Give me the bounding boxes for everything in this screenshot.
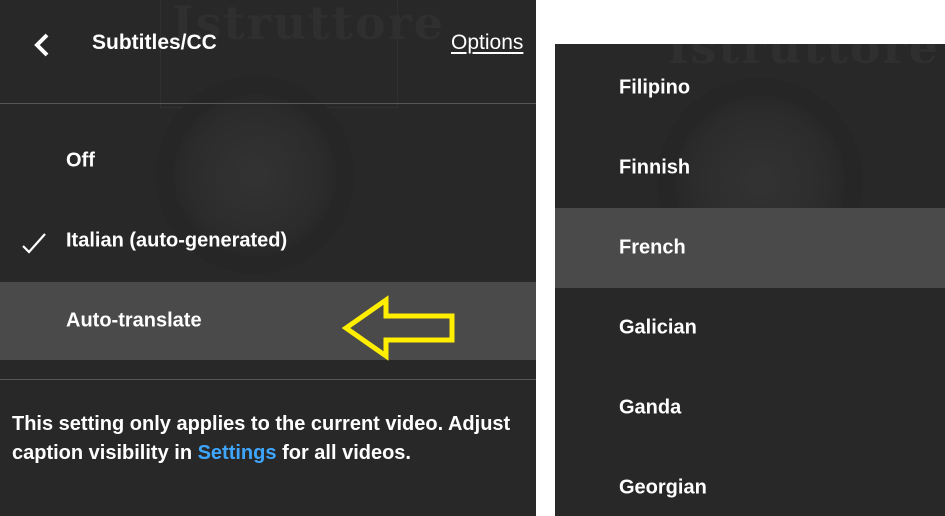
language-item-filipino[interactable]: Filipino — [555, 48, 945, 128]
menu-title: Subtitles/CC — [92, 31, 217, 54]
menu-header: Subtitles/CC Options — [0, 0, 536, 103]
language-label: Georgian — [619, 476, 707, 499]
menu-item-off[interactable]: Off — [0, 122, 536, 200]
header-divider — [0, 103, 536, 104]
menu-item-label: Italian (auto-generated) — [66, 229, 288, 252]
chevron-left-icon[interactable] — [30, 30, 54, 60]
language-item-ganda[interactable]: Ganda — [555, 368, 945, 448]
menu-item-label: Off — [66, 149, 95, 172]
language-item-finnish[interactable]: Finnish — [555, 128, 945, 208]
arrow-left-annotation-icon — [341, 295, 455, 361]
options-link[interactable]: Options — [451, 31, 523, 55]
language-label: Finnish — [619, 156, 691, 179]
language-item-georgian[interactable]: Georgian — [555, 448, 945, 516]
menu-item-italian-auto-generated[interactable]: Italian (auto-generated) — [0, 202, 536, 280]
language-label: Galician — [619, 316, 697, 339]
language-label: Ganda — [619, 396, 682, 419]
language-label: Filipino — [619, 76, 691, 99]
settings-link[interactable]: Settings — [198, 442, 277, 464]
subtitles-menu-panel: Istruttore Subtitles/CC Options Off Ital… — [0, 0, 536, 516]
note-text-end: for all videos. — [282, 442, 411, 464]
checkmark-icon — [22, 233, 46, 254]
language-item-galician[interactable]: Galician — [555, 288, 945, 368]
language-item-french[interactable]: French — [555, 208, 945, 288]
language-list-panel: Istruttore Filipino Finnish French Galic… — [555, 44, 945, 516]
caption-settings-note: This setting only applies to the current… — [12, 410, 522, 468]
menu-item-label: Auto-translate — [66, 309, 202, 332]
language-label: French — [619, 236, 686, 259]
footer-divider — [0, 379, 536, 380]
